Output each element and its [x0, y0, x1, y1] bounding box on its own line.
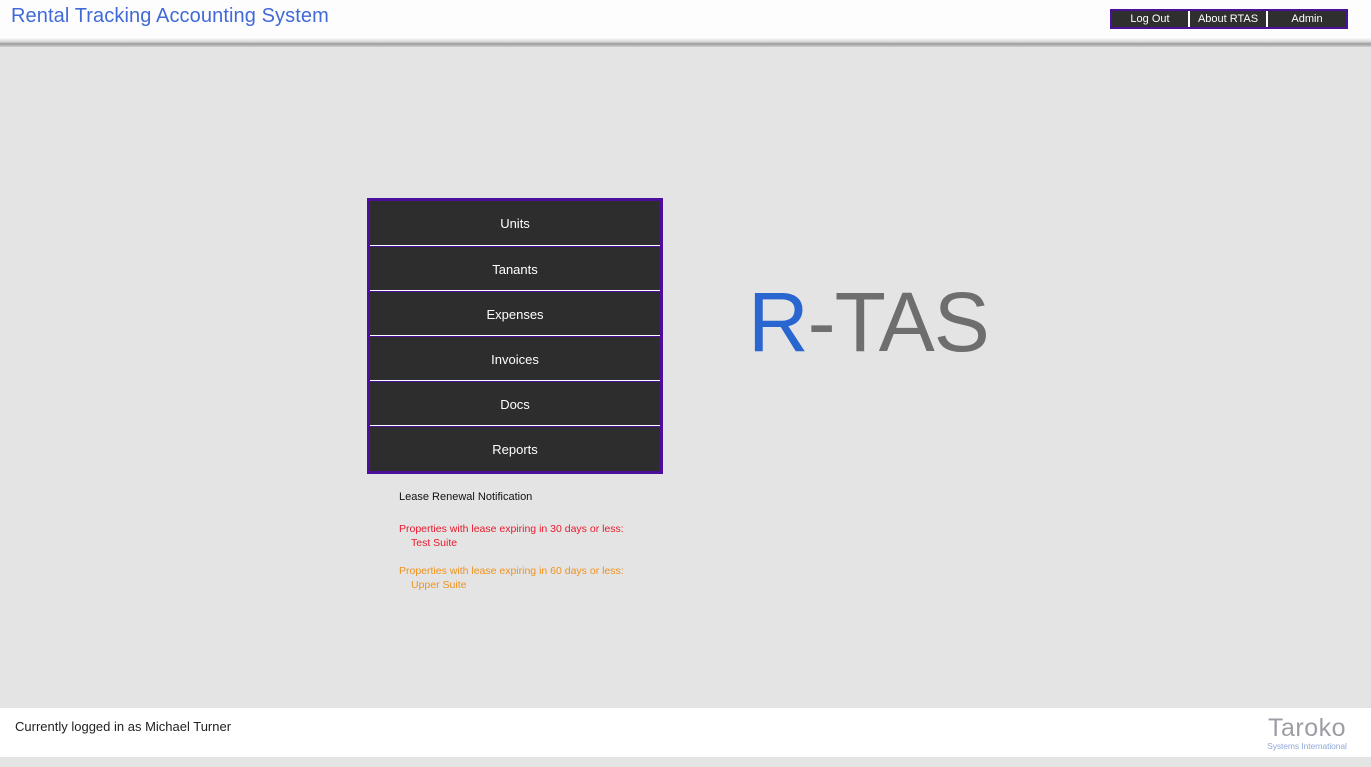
log-out-button[interactable]: Log Out: [1112, 11, 1190, 27]
app-header: Rental Tracking Accounting System Log Ou…: [0, 0, 1371, 36]
taroko-logo: Taroko Systems International: [1257, 715, 1357, 751]
about-rtas-button[interactable]: About RTAS: [1190, 11, 1268, 27]
main-menu: Units Tanants Expenses Invoices Docs Rep…: [367, 198, 663, 474]
taroko-logo-name: Taroko: [1267, 714, 1347, 742]
menu-item-units[interactable]: Units: [370, 201, 660, 246]
notification-group-60-days: Properties with lease expiring in 60 day…: [399, 564, 699, 592]
main-content: Units Tanants Expenses Invoices Docs Rep…: [0, 47, 1371, 708]
menu-item-reports[interactable]: Reports: [370, 426, 660, 471]
menu-item-tanants[interactable]: Tanants: [370, 246, 660, 291]
app-footer: Currently logged in as Michael Turner Ta…: [0, 708, 1371, 757]
rtas-logo: R-TAS: [748, 280, 990, 364]
bottom-strip: [0, 757, 1371, 767]
header-divider: [0, 36, 1371, 47]
notification-property-30-days: Test Suite: [411, 537, 458, 549]
notification-property-60-days: Upper Suite: [411, 579, 467, 591]
menu-item-expenses[interactable]: Expenses: [370, 291, 660, 336]
notification-heading-60-days: Properties with lease expiring in 60 day…: [399, 565, 624, 577]
top-navigation: Log Out About RTAS Admin: [1110, 9, 1348, 29]
rtas-logo-r: R: [748, 275, 809, 369]
menu-item-invoices[interactable]: Invoices: [370, 336, 660, 381]
notification-heading-30-days: Properties with lease expiring in 30 day…: [399, 523, 624, 535]
logged-in-status: Currently logged in as Michael Turner: [15, 719, 232, 734]
page-title: Rental Tracking Accounting System: [11, 5, 329, 27]
rtas-logo-tas: -TAS: [807, 275, 990, 369]
taroko-logo-tagline: Systems International: [1267, 741, 1347, 751]
menu-item-docs[interactable]: Docs: [370, 381, 660, 426]
notification-group-30-days: Properties with lease expiring in 30 day…: [399, 522, 699, 550]
lease-renewal-notifications: Lease Renewal Notification Properties wi…: [399, 491, 699, 606]
notifications-title: Lease Renewal Notification: [399, 491, 533, 503]
admin-button[interactable]: Admin: [1268, 11, 1346, 27]
